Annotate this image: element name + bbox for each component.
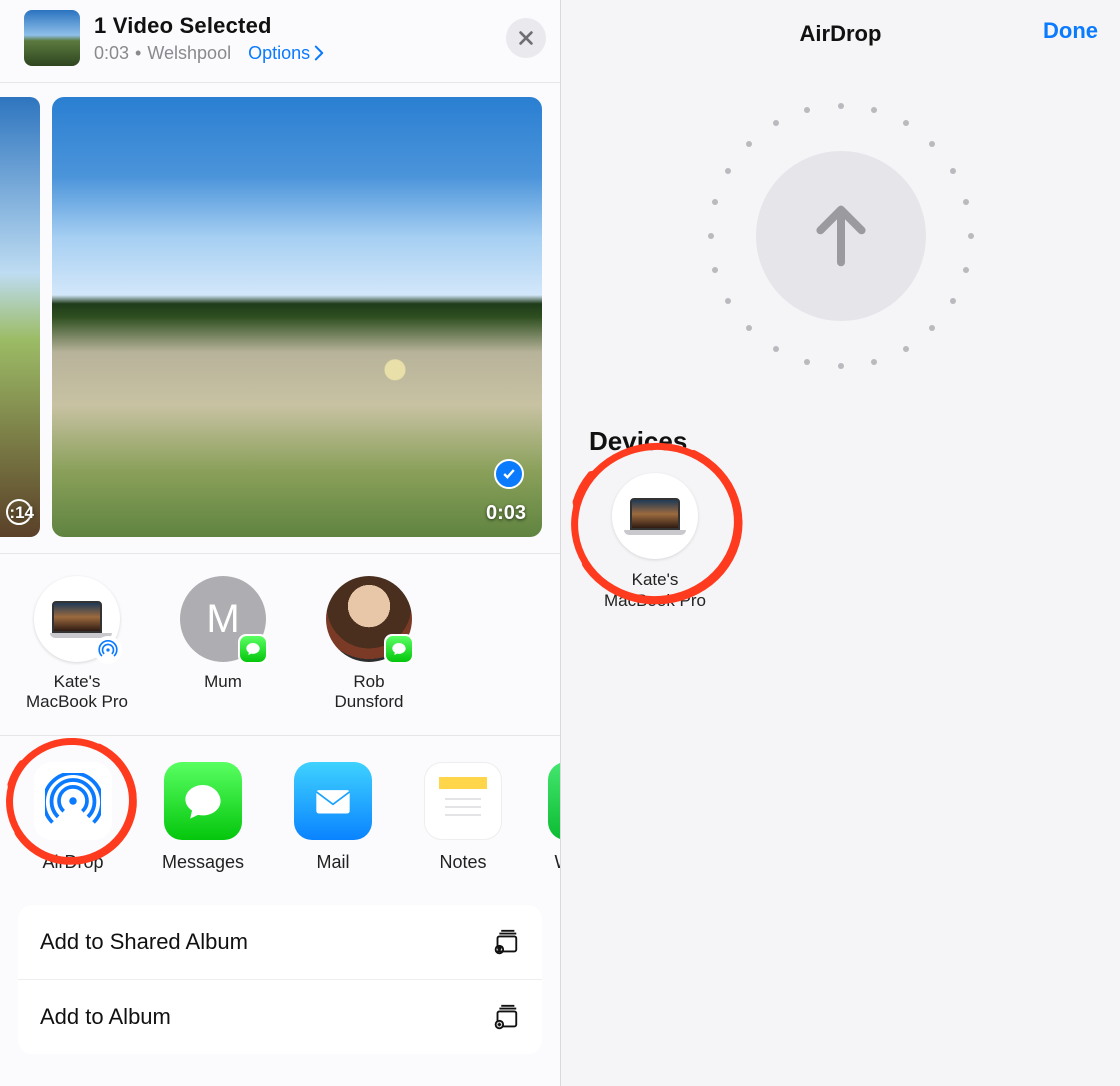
whatsapp-icon xyxy=(548,762,560,840)
preview-scene xyxy=(52,97,542,537)
preview-item-prev[interactable]: :14 xyxy=(0,97,40,537)
radar-dot xyxy=(725,168,731,174)
airdrop-radar xyxy=(691,86,991,386)
share-header: 1 Video Selected 0:03 • Welshpool Option… xyxy=(0,0,560,83)
options-label: Options xyxy=(248,43,310,64)
device-label: Kate's MacBook Pro xyxy=(595,569,715,612)
upload-circle xyxy=(756,151,926,321)
radar-dot xyxy=(804,107,810,113)
messages-bubble-icon xyxy=(391,641,407,657)
action-label: Add to Shared Album xyxy=(40,929,248,955)
app-label: AirDrop xyxy=(28,852,118,873)
contact-label: Mum xyxy=(168,672,278,692)
actions-list: Add to Shared Album Add to Album xyxy=(18,905,542,1054)
radar-dot xyxy=(950,298,956,304)
radar-dot xyxy=(929,141,935,147)
radar-dot xyxy=(773,120,779,126)
radar-dot xyxy=(903,120,909,126)
laptop-icon xyxy=(50,601,104,637)
radar-dot xyxy=(712,267,718,273)
radar-dot xyxy=(838,363,844,369)
options-link[interactable]: Options xyxy=(248,43,324,64)
radar-dot xyxy=(712,199,718,205)
devices-heading: Devices xyxy=(589,426,1092,457)
share-title: 1 Video Selected xyxy=(94,13,492,39)
radar-dot xyxy=(963,267,969,273)
selected-duration: 0:03 xyxy=(486,502,526,525)
arrow-up-icon xyxy=(806,196,876,276)
app-notes[interactable]: Notes xyxy=(418,762,508,873)
apps-row[interactable]: AirDrop Messages Mail Notes Wh xyxy=(0,736,560,899)
dot-separator: • xyxy=(135,43,141,64)
radar-dot xyxy=(746,325,752,331)
contact-label: Rob Dunsford xyxy=(314,672,424,713)
action-add-album[interactable]: Add to Album xyxy=(18,980,542,1054)
airdrop-header: AirDrop Done xyxy=(561,0,1120,68)
message-badge xyxy=(238,634,268,664)
app-whatsapp-partial[interactable]: Wh xyxy=(548,762,560,873)
radar-dot xyxy=(773,346,779,352)
action-label: Add to Album xyxy=(40,1004,171,1030)
radar-dot xyxy=(950,168,956,174)
close-icon xyxy=(517,29,535,47)
app-label: Mail xyxy=(288,852,378,873)
device-kates-mac[interactable]: Kate's MacBook Pro xyxy=(595,473,715,612)
contact-avatar xyxy=(34,576,120,662)
message-badge xyxy=(384,634,414,664)
share-thumbnail xyxy=(24,10,80,66)
messages-icon xyxy=(164,762,242,840)
device-avatar xyxy=(612,473,698,559)
airdrop-icon xyxy=(34,762,112,840)
checkmark-icon xyxy=(501,466,517,482)
contacts-row: Kate's MacBook Pro M Mum Rob Dunsford xyxy=(0,554,560,736)
devices-section: Devices Kate's MacBook Pro xyxy=(561,426,1120,612)
selected-badge xyxy=(494,459,524,489)
mail-icon xyxy=(294,762,372,840)
action-add-shared-album[interactable]: Add to Shared Album xyxy=(18,905,542,980)
contact-label: Kate's MacBook Pro xyxy=(22,672,132,713)
radar-dot xyxy=(963,199,969,205)
radar-dot xyxy=(929,325,935,331)
shared-album-icon xyxy=(490,927,520,957)
contact-mum[interactable]: M Mum xyxy=(168,576,278,713)
app-label: Wh xyxy=(548,852,560,873)
contact-rob[interactable]: Rob Dunsford xyxy=(314,576,424,713)
app-label: Notes xyxy=(418,852,508,873)
share-duration: 0:03 xyxy=(94,43,129,64)
add-album-icon xyxy=(490,1002,520,1032)
radar-dot xyxy=(871,107,877,113)
radar-dot xyxy=(804,359,810,365)
close-button[interactable] xyxy=(506,18,546,58)
radar-dot xyxy=(746,141,752,147)
preview-item-selected[interactable]: 0:03 xyxy=(52,97,542,537)
chevron-right-icon xyxy=(314,45,324,61)
radar-dot xyxy=(871,359,877,365)
previews-row[interactable]: :14 0:03 xyxy=(0,83,560,554)
share-subtitle: 0:03 • Welshpool Options xyxy=(94,43,492,64)
radar-dot xyxy=(903,346,909,352)
airdrop-badge-icon xyxy=(94,636,122,664)
contact-avatar xyxy=(326,576,412,662)
app-label: Messages xyxy=(158,852,248,873)
done-button[interactable]: Done xyxy=(1043,18,1098,44)
contact-kates-mac[interactable]: Kate's MacBook Pro xyxy=(22,576,132,713)
app-airdrop[interactable]: AirDrop xyxy=(28,762,118,873)
app-messages[interactable]: Messages xyxy=(158,762,248,873)
share-sheet: 1 Video Selected 0:03 • Welshpool Option… xyxy=(0,0,560,1086)
share-header-text: 1 Video Selected 0:03 • Welshpool Option… xyxy=(94,13,492,64)
radar-dot xyxy=(838,103,844,109)
contact-avatar: M xyxy=(180,576,266,662)
radar-dot xyxy=(968,233,974,239)
share-location: Welshpool xyxy=(147,43,231,64)
prev-duration: :14 xyxy=(9,503,34,523)
notes-icon xyxy=(424,762,502,840)
contact-initial: M xyxy=(206,597,239,642)
radar-dot xyxy=(708,233,714,239)
radar-dot xyxy=(725,298,731,304)
laptop-icon xyxy=(624,498,686,535)
airdrop-title: AirDrop xyxy=(800,21,882,47)
app-mail[interactable]: Mail xyxy=(288,762,378,873)
messages-bubble-icon xyxy=(245,641,261,657)
airdrop-pane: AirDrop Done Devices Kate's MacBook Pro xyxy=(560,0,1120,1086)
